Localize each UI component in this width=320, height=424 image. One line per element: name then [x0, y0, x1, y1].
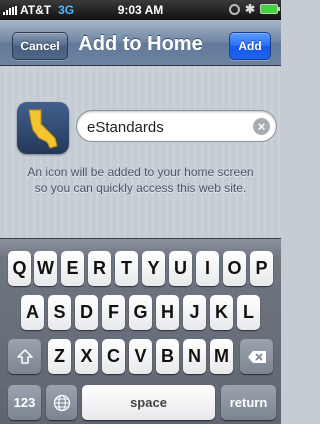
key-v[interactable]: V	[129, 339, 152, 374]
key-p[interactable]: P	[250, 251, 273, 286]
help-text-line-2: so you can quickly access this web site.	[34, 181, 247, 195]
help-text-line-1: An icon will be added to your home scree…	[27, 165, 254, 179]
key-b[interactable]: B	[156, 339, 179, 374]
on-screen-keyboard: Q W E R T Y U I O P A S D F G H J K L Z …	[0, 238, 281, 424]
bluetooth-icon: ✱	[244, 2, 255, 16]
key-w[interactable]: W	[34, 251, 57, 286]
key-a[interactable]: A	[21, 295, 44, 330]
shortcut-name-field[interactable]: ×	[76, 110, 277, 142]
key-j[interactable]: J	[183, 295, 206, 330]
key-n[interactable]: N	[183, 339, 206, 374]
help-text: An icon will be added to your home scree…	[0, 164, 281, 196]
key-i[interactable]: I	[196, 251, 219, 286]
shift-icon	[16, 348, 33, 364]
key-x[interactable]: X	[75, 339, 98, 374]
key-z[interactable]: Z	[48, 339, 71, 374]
key-d[interactable]: D	[75, 295, 98, 330]
key-c[interactable]: C	[102, 339, 125, 374]
status-icons: ✱	[228, 2, 280, 16]
key-h[interactable]: H	[156, 295, 179, 330]
key-t[interactable]: T	[115, 251, 138, 286]
key-s[interactable]: S	[48, 295, 71, 330]
key-o[interactable]: O	[223, 251, 246, 286]
key-k[interactable]: K	[210, 295, 233, 330]
key-y[interactable]: Y	[142, 251, 165, 286]
globe-key[interactable]	[46, 385, 77, 420]
key-u[interactable]: U	[169, 251, 192, 286]
shift-key[interactable]	[8, 339, 41, 374]
key-f[interactable]: F	[102, 295, 125, 330]
navigation-bar: Cancel Add to Home Add	[0, 20, 281, 66]
add-to-home-panel: × An icon will be added to your home scr…	[0, 66, 281, 238]
shortcut-name-input[interactable]	[87, 117, 247, 137]
globe-icon	[53, 394, 70, 411]
clear-icon[interactable]: ×	[253, 118, 270, 135]
orientation-lock-icon	[228, 3, 240, 15]
numbers-key[interactable]: 123	[8, 385, 41, 420]
key-q[interactable]: Q	[8, 251, 31, 286]
backspace-icon	[247, 350, 266, 363]
key-l[interactable]: L	[237, 295, 260, 330]
battery-icon	[260, 4, 280, 14]
california-map-icon	[17, 102, 69, 154]
key-m[interactable]: M	[210, 339, 233, 374]
status-bar: AT&T 3G 9:03 AM ✱	[0, 0, 281, 20]
key-r[interactable]: R	[88, 251, 111, 286]
return-key[interactable]: return	[221, 385, 276, 420]
key-e[interactable]: E	[61, 251, 84, 286]
key-g[interactable]: G	[129, 295, 152, 330]
add-button[interactable]: Add	[229, 32, 271, 60]
space-key[interactable]: space	[82, 385, 215, 420]
backspace-key[interactable]	[240, 339, 273, 374]
